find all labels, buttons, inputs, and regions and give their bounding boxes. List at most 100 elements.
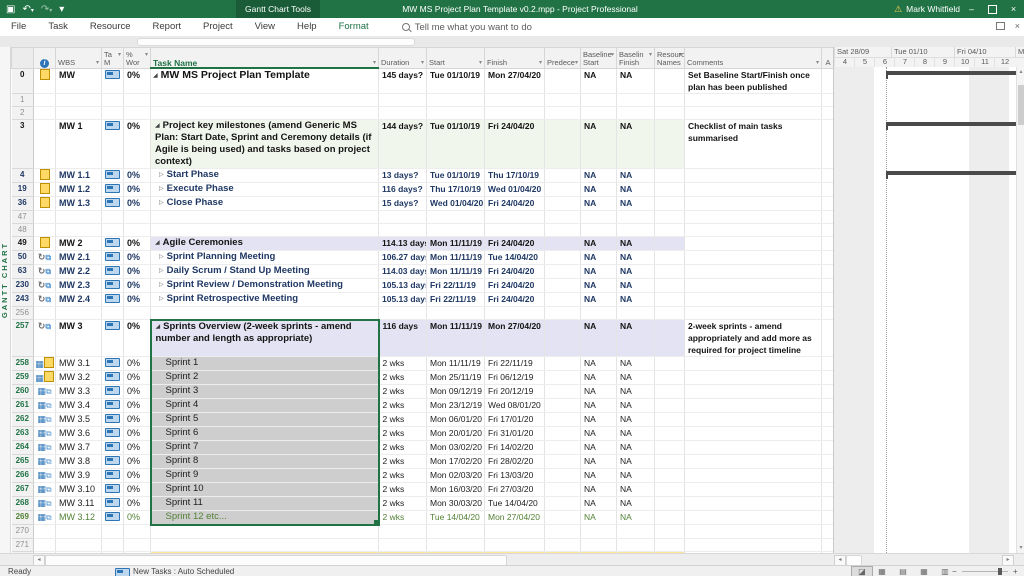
cell-m[interactable] [102,223,124,236]
cell-pr[interactable] [545,357,581,371]
cell-p[interactable] [124,306,151,320]
cell-bs[interactable]: NA [581,196,617,210]
cell-bs[interactable]: NA [581,119,617,168]
cell-p[interactable]: 0% [124,497,151,511]
ribbon-tab-resource[interactable]: Resource [79,18,142,36]
timescale-tick-label[interactable]: 12 [994,57,1015,67]
cell-i[interactable] [34,196,56,210]
cell-cm[interactable] [685,223,822,236]
row-number[interactable]: 263 [12,427,34,441]
cell-w[interactable]: MW 3.3 [56,385,102,399]
cell-nm[interactable]: ▷Daily Scrum / Stand Up Meeting [151,264,379,278]
collapse-toggle-icon[interactable]: ▷ [159,296,164,302]
cell-d[interactable]: 2 wks [379,371,427,385]
cell-i[interactable]: ▦⧉ [34,441,56,455]
cell-i[interactable]: ↻⧉ [34,292,56,306]
cell-rs[interactable] [655,236,685,250]
table-row[interactable]: 243↻⧉MW 2.40%▷Sprint Retrospective Meeti… [12,292,835,306]
column-dropdown-icon[interactable]: ▾ [118,51,121,60]
cell-i[interactable]: ▦⧉ [34,469,56,483]
expand-toggle-icon[interactable]: ◢ [156,324,161,330]
table-row[interactable]: 2 [12,106,835,119]
cell-nm[interactable]: ▷Start Phase [151,168,379,182]
cell-nm[interactable] [151,210,379,223]
cell-bf[interactable]: NA [617,371,655,385]
cell-nm[interactable]: Sprint 7 [151,441,379,455]
cell-pr[interactable] [545,427,581,441]
cell-p[interactable] [124,210,151,223]
cell-p[interactable]: 0% [124,399,151,413]
timescale-tick-label[interactable]: 11 [974,57,995,67]
cell-s[interactable]: Wed 01/04/20 [427,196,485,210]
cell-i[interactable] [34,182,56,196]
column-dropdown-icon[interactable]: ▾ [575,59,578,68]
cell-f[interactable]: Fri 22/11/19 [485,357,545,371]
collapse-toggle-icon[interactable]: ▷ [159,268,164,274]
cell-pr[interactable] [545,196,581,210]
cell-i[interactable]: ▦⧉ [34,483,56,497]
cell-nm[interactable]: Sprint 2 [151,371,379,385]
cell-cm[interactable] [685,511,822,525]
cell-s[interactable]: Mon 30/03/20 [427,497,485,511]
ribbon-tab-help[interactable]: Help [286,18,328,36]
cell-f[interactable]: Mon 27/04/20 [485,320,545,357]
cell-nm[interactable]: ◢Agile Ceremonies [151,236,379,250]
cell-pr[interactable] [545,119,581,168]
cell-rs[interactable] [655,278,685,292]
cell-pr[interactable] [545,525,581,539]
ribbon-tab-task[interactable]: Task [37,18,79,36]
table-row[interactable]: 48 [12,223,835,236]
cell-s[interactable]: Mon 02/03/20 [427,469,485,483]
cell-f[interactable]: Fri 31/01/20 [485,427,545,441]
cell-nm[interactable]: ◢MW MS Project Plan Template [151,68,379,93]
cell-d[interactable]: 116 days? [379,182,427,196]
cell-d[interactable] [379,525,427,539]
cell-d[interactable]: 2 wks [379,455,427,469]
cell-pr[interactable] [545,68,581,93]
cell-d[interactable]: 114.13 days [379,236,427,250]
cell-f[interactable]: Fri 24/04/20 [485,292,545,306]
row-number[interactable]: 2 [12,106,34,119]
cell-f[interactable]: Wed 01/04/20 [485,182,545,196]
cell-f[interactable] [485,306,545,320]
table-row[interactable]: 49MW 20%◢Agile Ceremonies114.13 daysMon … [12,236,835,250]
cell-cm[interactable] [685,168,822,182]
cell-f[interactable]: Thu 17/10/19 [485,168,545,182]
cell-m[interactable] [102,385,124,399]
cell-w[interactable]: MW 3 [56,320,102,357]
cell-w[interactable] [56,93,102,106]
cell-rs[interactable] [655,497,685,511]
cell-rs[interactable] [655,196,685,210]
cell-m[interactable] [102,236,124,250]
timescale-day-label[interactable]: Mon [1015,47,1024,58]
cell-p[interactable]: 0% [124,68,151,93]
cell-bs[interactable]: NA [581,371,617,385]
cell-s[interactable]: Mon 09/12/19 [427,385,485,399]
cell-d[interactable]: 2 wks [379,483,427,497]
cell-cm[interactable] [685,497,822,511]
cell-pr[interactable] [545,455,581,469]
row-number[interactable]: 3 [12,119,34,168]
cell-bf[interactable] [617,223,655,236]
save-icon[interactable]: ▣ [6,4,15,15]
table-row[interactable]: 230↻⧉MW 2.30%▷Sprint Review / Demonstrat… [12,278,835,292]
cell-bf[interactable]: NA [617,320,655,357]
cell-d[interactable] [379,106,427,119]
cell-s[interactable]: Mon 16/03/20 [427,483,485,497]
cell-d[interactable]: 2 wks [379,427,427,441]
col-header-cm[interactable]: ▾Comments [685,48,822,69]
cell-f[interactable]: Fri 27/03/20 [485,483,545,497]
cell-m[interactable] [102,106,124,119]
column-dropdown-icon[interactable]: ▾ [649,51,652,60]
col-header-w[interactable]: ▾WBS [56,48,102,69]
cell-bf[interactable]: NA [617,497,655,511]
cell-bf[interactable]: NA [617,168,655,182]
cell-w[interactable] [56,525,102,539]
cell-bf[interactable] [617,106,655,119]
collapse-toggle-icon[interactable]: ▷ [159,282,164,288]
cell-w[interactable]: MW 1.3 [56,196,102,210]
table-row[interactable]: 270 [12,525,835,539]
table-row[interactable]: 263▦⧉MW 3.60%Sprint 62 wksMon 20/01/20Fr… [12,427,835,441]
cell-cm[interactable] [685,399,822,413]
cell-pr[interactable] [545,210,581,223]
